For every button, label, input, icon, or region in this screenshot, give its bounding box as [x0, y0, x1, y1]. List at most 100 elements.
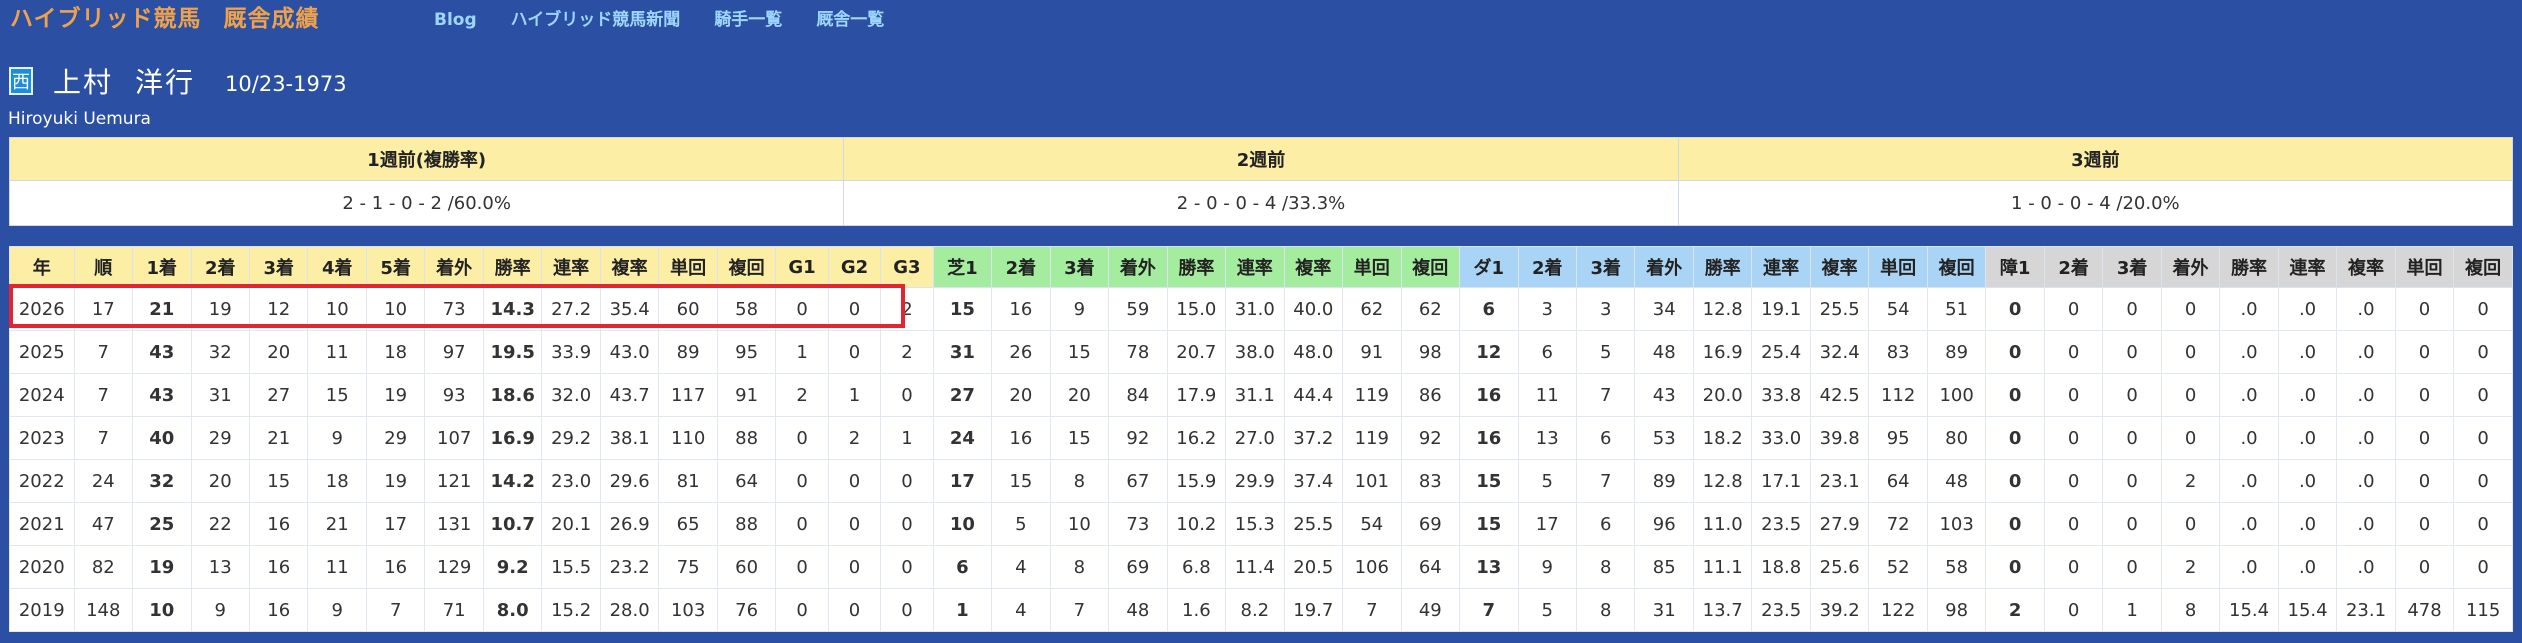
stats-cell: 17.9	[1166, 373, 1227, 417]
stats-cell: 97	[424, 330, 484, 374]
stats-cell: 21	[248, 416, 309, 460]
stats-header-cell: 勝率	[1692, 246, 1753, 288]
stats-cell: 17	[73, 287, 134, 331]
stats-cell: 60	[716, 545, 777, 589]
stats-cell: 0	[827, 502, 882, 546]
stats-cell: 17	[932, 459, 993, 503]
stats-cell: 12	[248, 287, 309, 331]
stats-cell: 119	[1342, 373, 1402, 417]
stats-cell: 75	[658, 545, 718, 589]
stats-cell: 2	[775, 373, 829, 417]
stats-cell: 15	[248, 459, 309, 503]
stats-cell: 117	[658, 373, 718, 417]
stats-cell: 0	[2043, 373, 2104, 417]
site-brand[interactable]: ハイブリッド競馬 厩舎成績	[10, 2, 320, 36]
stats-cell: 0	[880, 502, 934, 546]
yearly-stats-table: 年順 1着 2着 3着 4着 5着 着外 勝率 連率 複率 単回 複回 G1 G2 G3 芝1 2着 3着 着外 勝率…	[9, 246, 2513, 632]
stats-cell: 35.4	[599, 287, 660, 331]
stats-cell: 64	[1868, 459, 1928, 503]
stats-cell: 0	[2394, 287, 2455, 331]
stats-cell: .0	[2277, 502, 2338, 546]
stats-cell: 48	[1108, 588, 1168, 632]
stats-cell: 2019	[9, 588, 75, 632]
stats-cell: 11.0	[1692, 502, 1753, 546]
jockey-roman-name: Hiroyuki Uemura	[8, 109, 151, 129]
stats-cell: 0	[2043, 588, 2104, 632]
nav-link-blog[interactable]: Blog	[434, 4, 477, 36]
stats-cell: 20.1	[541, 502, 601, 546]
stats-cell: 0	[2102, 459, 2162, 503]
stats-header-cell: 勝率	[482, 246, 543, 288]
brand-title[interactable]: ハイブリッド競馬	[10, 6, 202, 32]
stats-cell: 92	[1108, 416, 1168, 460]
stats-cell: 15	[1459, 502, 1519, 546]
stats-cell: 83	[1868, 330, 1928, 374]
stats-cell: 10	[932, 502, 993, 546]
stats-cell: 43.0	[599, 330, 660, 374]
brand-subtitle[interactable]: 厩舎成績	[224, 6, 320, 32]
stats-cell: 98	[1926, 588, 1987, 632]
stats-cell: 43.7	[599, 373, 660, 417]
nav-link-newspaper[interactable]: ハイブリッド競馬新聞	[511, 4, 681, 36]
recent-header-week3: 3週前	[1677, 137, 2514, 181]
stats-cell: 1	[827, 373, 882, 417]
stats-cell: 47	[73, 502, 134, 546]
stats-cell: 23.2	[599, 545, 660, 589]
stats-cell: 20.0	[1692, 373, 1753, 417]
stats-cell: 0	[775, 287, 829, 331]
stats-cell: 73	[424, 287, 484, 331]
stats-cell: 32.0	[541, 373, 601, 417]
stats-cell: 28.0	[599, 588, 660, 632]
stats-cell: 0	[2394, 459, 2455, 503]
stats-cell: 11.1	[1692, 545, 1753, 589]
stats-cell: 0	[775, 588, 829, 632]
stats-cell: 33.0	[1751, 416, 1811, 460]
stats-cell: 12.8	[1692, 287, 1753, 331]
stats-cell: 13	[1517, 416, 1577, 460]
stats-cell: 37.2	[1283, 416, 1344, 460]
stats-cell: 0	[2102, 545, 2162, 589]
stats-cell: 0	[2394, 373, 2455, 417]
stats-cell: 48.0	[1283, 330, 1344, 374]
stats-cell: 8	[1575, 545, 1636, 589]
stats-cell: 107	[424, 416, 484, 460]
stats-cell: 23.5	[1751, 502, 1811, 546]
stats-cell: 20.5	[1283, 545, 1344, 589]
stats-cell: 0	[2102, 330, 2162, 374]
nav-link-stable-list[interactable]: 厩舎一覧	[816, 4, 884, 36]
stats-cell: 9.2	[482, 545, 543, 589]
stats-header-cell: 連率	[1225, 246, 1285, 288]
stats-cell: 5	[1517, 459, 1577, 503]
stats-cell: 52	[1868, 545, 1928, 589]
stats-cell: 19.5	[482, 330, 543, 374]
stats-cell: 1	[932, 588, 993, 632]
stats-header-cell: G3	[880, 246, 934, 288]
stats-cell: 38.1	[599, 416, 660, 460]
stats-cell: 5	[991, 502, 1051, 546]
stats-cell: 2	[1985, 588, 2045, 632]
stats-cell: 58	[716, 287, 777, 331]
stats-cell: 7	[1342, 588, 1402, 632]
stats-cell: 76	[716, 588, 777, 632]
stats-cell: 7	[1575, 373, 1636, 417]
stats-cell: 0	[775, 545, 829, 589]
stats-cell: 32.4	[1809, 330, 1870, 374]
stats-cell: 15	[1049, 330, 1110, 374]
stats-cell: 5	[1517, 588, 1577, 632]
stats-cell: 11	[1517, 373, 1577, 417]
stats-cell: 96	[1634, 502, 1694, 546]
nav-link-jockey-list[interactable]: 騎手一覧	[714, 4, 782, 36]
stats-cell: 148	[73, 588, 134, 632]
stats-cell: 72	[1868, 502, 1928, 546]
stats-cell: 24	[73, 459, 134, 503]
stats-cell: 0	[1985, 502, 2045, 546]
stats-cell: 18	[307, 459, 367, 503]
stats-cell: 7	[1575, 459, 1636, 503]
stats-cell: 15.3	[1225, 502, 1285, 546]
stats-cell: 2025	[9, 330, 75, 374]
stats-cell: 0	[2102, 287, 2162, 331]
stats-header-cell: 複回	[716, 246, 777, 288]
stats-cell: 31	[190, 373, 250, 417]
stats-cell: 25.4	[1751, 330, 1811, 374]
stats-cell: 31	[932, 330, 993, 374]
